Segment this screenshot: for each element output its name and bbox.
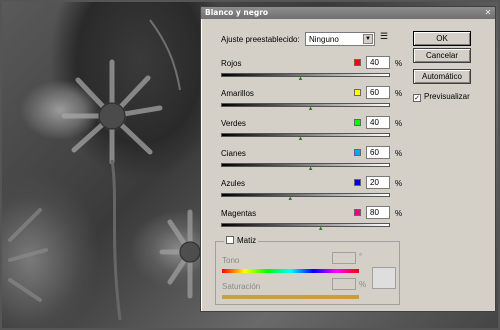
value-input[interactable]: 80 — [366, 206, 390, 219]
slider-thumb[interactable]: ▲ — [297, 136, 303, 142]
color-swatch — [354, 149, 361, 156]
dialog-titlebar[interactable]: Blanco y negro — [201, 7, 495, 19]
slider-label: Azules — [221, 179, 246, 188]
hue-label: Tono — [222, 256, 240, 265]
degree-unit: ° — [359, 252, 363, 261]
percent-unit: % — [359, 280, 367, 289]
percent-unit: % — [395, 59, 403, 68]
slider-rojos: Rojos 40 % ▲ — [221, 56, 406, 89]
color-swatch — [354, 209, 361, 216]
dialog-title: Blanco y negro — [205, 8, 269, 17]
slider-thumb[interactable]: ▲ — [308, 166, 314, 172]
preview-checkbox[interactable]: ✓ — [413, 94, 421, 102]
percent-unit: % — [395, 119, 403, 128]
slider-verdes: Verdes 40 % ▲ — [221, 116, 406, 149]
hue-input — [332, 252, 356, 264]
percent-unit: % — [395, 89, 403, 98]
tint-color-swatch — [372, 267, 396, 289]
saturation-input — [332, 278, 356, 290]
color-swatch — [354, 119, 361, 126]
slider-track[interactable] — [221, 73, 390, 77]
tint-title-label: Matiz — [237, 236, 257, 245]
slider-amarillos: Amarillos 60 % ▲ — [221, 86, 406, 119]
hue-bar — [222, 269, 359, 273]
ok-button[interactable]: OK — [413, 31, 471, 46]
preset-select[interactable]: Ninguno ▼ — [305, 32, 375, 46]
color-swatch — [354, 179, 361, 186]
preview-label: Previsualizar — [424, 92, 470, 101]
saturation-bar — [222, 295, 359, 299]
percent-unit: % — [395, 209, 403, 218]
slider-track[interactable] — [221, 163, 390, 167]
slider-thumb[interactable]: ▲ — [297, 76, 303, 82]
chevron-down-icon[interactable]: ▼ — [363, 34, 373, 44]
preview-toggle[interactable]: ✓ Previsualizar — [413, 92, 470, 102]
preset-menu-icon[interactable]: ☰ — [380, 31, 388, 42]
slider-label: Cianes — [221, 149, 246, 158]
black-white-dialog: Blanco y negro ✕ Ajuste preestablecido: … — [200, 6, 496, 312]
slider-label: Amarillos — [221, 89, 254, 98]
tint-toggle[interactable]: Matiz — [224, 236, 259, 245]
slider-track[interactable] — [221, 193, 390, 197]
color-swatch — [354, 89, 361, 96]
slider-thumb[interactable]: ▲ — [308, 106, 314, 112]
value-input[interactable]: 40 — [366, 116, 390, 129]
value-input[interactable]: 20 — [366, 176, 390, 189]
value-input[interactable]: 40 — [366, 56, 390, 69]
saturation-label: Saturación — [222, 282, 261, 291]
slider-azules: Azules 20 % ▲ — [221, 176, 406, 209]
percent-unit: % — [395, 149, 403, 158]
slider-track[interactable] — [221, 133, 390, 137]
color-swatch — [354, 59, 361, 66]
slider-track[interactable] — [221, 103, 390, 107]
percent-unit: % — [395, 179, 403, 188]
tint-checkbox[interactable] — [226, 236, 234, 244]
slider-thumb[interactable]: ▲ — [287, 196, 293, 202]
preset-row: Ajuste preestablecido: Ninguno ▼ — [221, 32, 401, 48]
close-icon[interactable]: ✕ — [484, 9, 492, 17]
slider-label: Magentas — [221, 209, 257, 218]
preset-label: Ajuste preestablecido: — [221, 35, 300, 44]
slider-label: Verdes — [221, 119, 246, 128]
slider-magentas: Magentas 80 % ▲ — [221, 206, 406, 239]
tint-group: Matiz Tono ° Saturación % — [215, 236, 400, 305]
auto-button[interactable]: Automático — [413, 69, 471, 84]
value-input[interactable]: 60 — [366, 146, 390, 159]
slider-label: Rojos — [221, 59, 242, 68]
cancel-button[interactable]: Cancelar — [413, 48, 471, 63]
value-input[interactable]: 60 — [366, 86, 390, 99]
slider-cianes: Cianes 60 % ▲ — [221, 146, 406, 179]
slider-thumb[interactable]: ▲ — [318, 226, 324, 232]
preset-value: Ninguno — [309, 35, 339, 44]
slider-track[interactable] — [221, 223, 390, 227]
